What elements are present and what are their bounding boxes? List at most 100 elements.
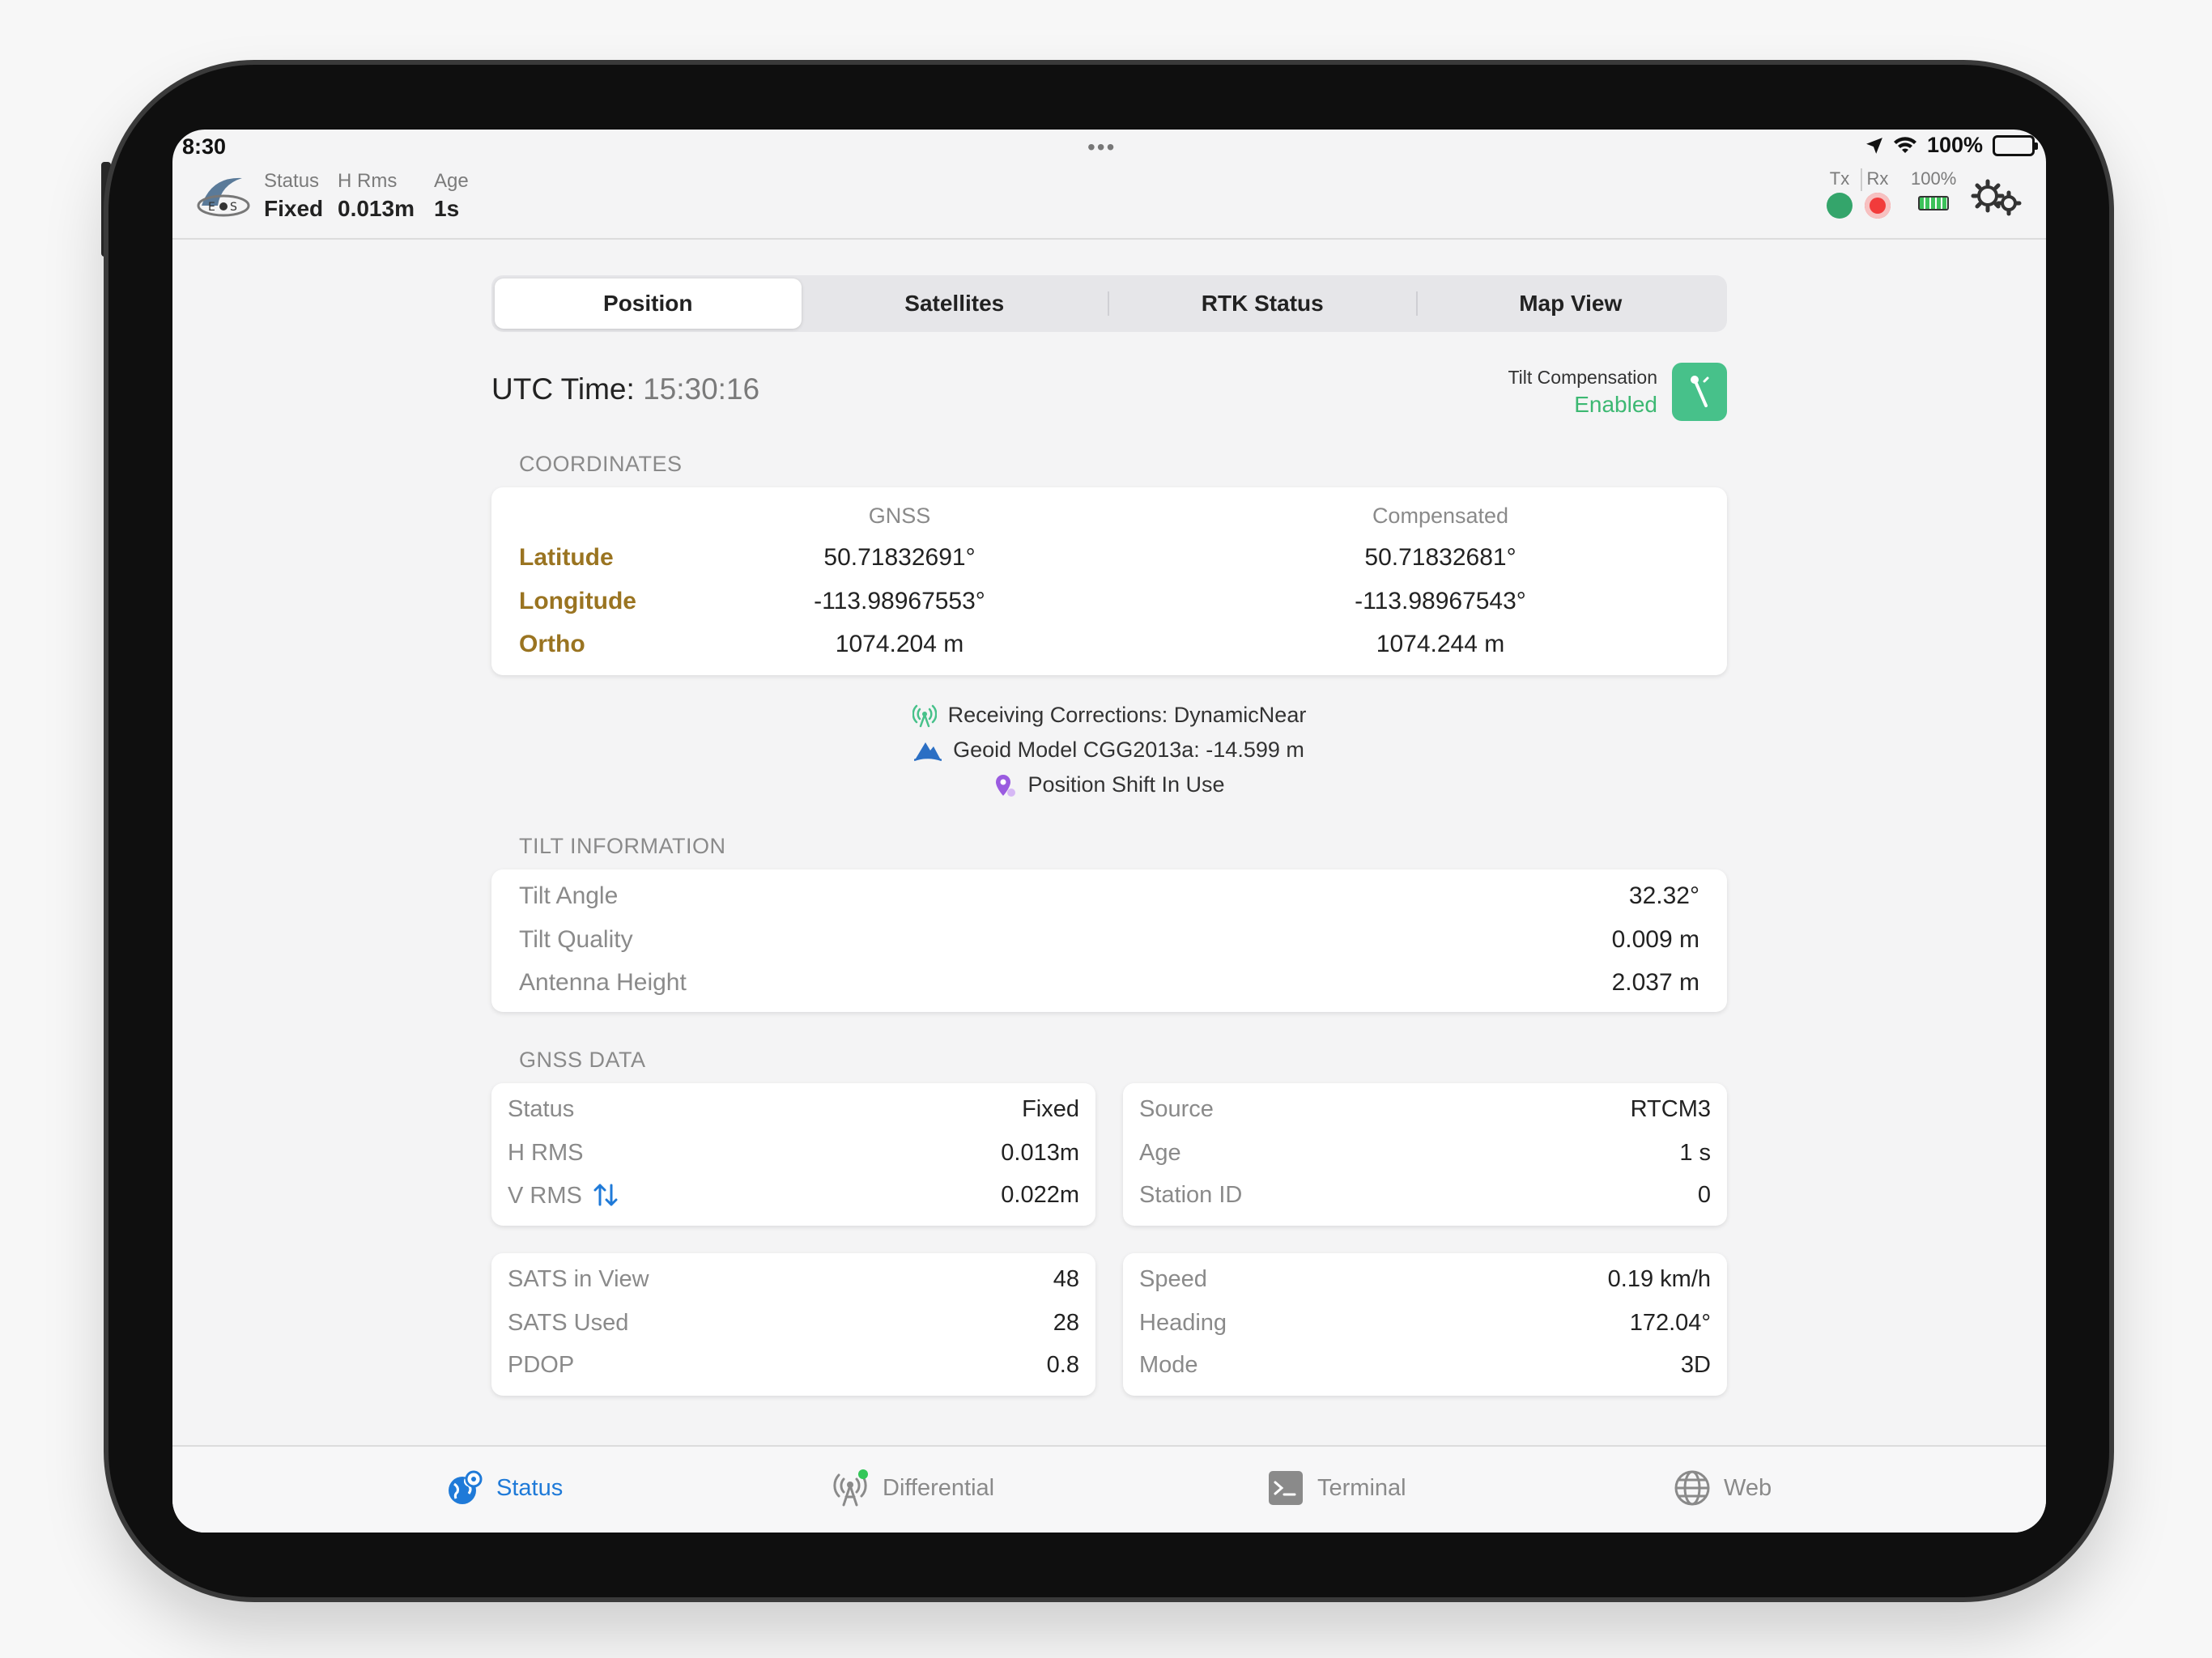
swap-arrows-icon[interactable] xyxy=(592,1182,619,1208)
segmented-control: Position Satellites RTK Status Map View xyxy=(491,275,1727,332)
coord-row-longitude: Longitude -113.98967553° -113.98967543° xyxy=(491,588,1727,631)
status-bar-right: 100% xyxy=(1865,133,2038,158)
coord-row-latitude: Latitude 50.71832691° 50.71832681° xyxy=(491,544,1727,588)
device-battery-percent: 100% xyxy=(1911,168,1957,189)
gnss-row-label: Mode xyxy=(1139,1352,1198,1378)
tab-rtk-status[interactable]: RTK Status xyxy=(1109,278,1416,329)
tilt-compensation-label: Tilt Compensation xyxy=(1508,366,1657,388)
gnss-row-label: Speed xyxy=(1139,1266,1207,1292)
gnss-row-value: 28 xyxy=(1053,1310,1079,1336)
header-age-label: Age xyxy=(434,170,469,192)
device-battery: 100% xyxy=(1911,168,1956,215)
header-status-label: Status xyxy=(264,170,320,192)
svg-text:S: S xyxy=(230,201,237,214)
position-shift-line: Position Shift In Use xyxy=(491,767,1727,802)
coord-comp-value: 50.71832681° xyxy=(1364,544,1516,571)
bottom-tab-bar: Status Differential Terminal Web xyxy=(172,1445,2046,1533)
gnss-row: PDOP 0.8 xyxy=(491,1352,1095,1395)
header-age: Age 1s xyxy=(434,170,469,222)
gnss-card-motion: Speed 0.19 km/h Heading 172.04° Mode 3D xyxy=(1123,1253,1727,1396)
location-arrow-icon xyxy=(1866,137,1882,154)
tab-map-view[interactable]: Map View xyxy=(1418,278,1725,329)
gnss-row-label: Heading xyxy=(1139,1310,1227,1336)
tabbar-terminal[interactable]: Terminal xyxy=(1267,1469,1406,1507)
gnss-row-value: 0.013m xyxy=(1001,1140,1079,1166)
tilt-compensation: Tilt Compensation Enabled xyxy=(1508,363,1727,421)
tabbar-web[interactable]: Web xyxy=(1674,1469,1772,1507)
tilt-row: Antenna Height 2.037 m xyxy=(491,969,1727,1012)
tilt-info-title: TILT INFORMATION xyxy=(519,834,726,858)
wifi-icon xyxy=(1893,136,1916,153)
info-lines: Receiving Corrections: DynamicNear Geoid… xyxy=(491,698,1727,802)
gnss-row-value: Fixed xyxy=(1022,1096,1079,1122)
coord-row-ortho: Ortho 1074.204 m 1074.244 m xyxy=(491,631,1727,674)
coord-name: Ortho xyxy=(519,631,585,657)
screen: 8:30 ••• 100% E S Status Fixed H Rms 0.0… xyxy=(172,130,2046,1533)
gnss-card-fix: Status Fixed H RMS 0.013m V RMS 0.022m xyxy=(491,1083,1095,1226)
header-status: Status Fixed xyxy=(264,170,323,222)
gnss-row-value: 48 xyxy=(1053,1266,1079,1292)
terminal-icon xyxy=(1269,1471,1303,1505)
tilt-row-value: 2.037 m xyxy=(1611,969,1699,996)
utc-label: UTC Time: xyxy=(491,372,635,406)
gnss-row-value: 0 xyxy=(1697,1182,1711,1208)
tilt-compensation-state: Enabled xyxy=(1574,391,1657,417)
rx-indicator: Rx xyxy=(1865,168,1891,223)
antenna-icon xyxy=(833,1469,868,1507)
gnss-data-title: GNSS DATA xyxy=(519,1048,646,1072)
coordinates-title: COORDINATES xyxy=(519,452,683,476)
gnss-row-label: H RMS xyxy=(508,1140,584,1166)
gnss-row: Speed 0.19 km/h xyxy=(1123,1266,1727,1309)
geoid-mountain-icon xyxy=(914,742,942,761)
tx-indicator: Tx xyxy=(1827,168,1853,223)
vrms-label: V RMS xyxy=(508,1183,582,1209)
gnss-row: V RMS 0.022m xyxy=(491,1182,1095,1225)
gnss-row-label: Station ID xyxy=(1139,1182,1243,1208)
coord-comp-value: 1074.244 m xyxy=(1376,631,1505,657)
gnss-row: Age 1 s xyxy=(1123,1140,1727,1183)
tabbar-differential[interactable]: Differential xyxy=(832,1469,994,1507)
txrx-divider xyxy=(1861,168,1862,191)
tab-satellites[interactable]: Satellites xyxy=(802,278,1108,329)
coord-name: Longitude xyxy=(519,588,636,614)
corrections-line: Receiving Corrections: DynamicNear xyxy=(491,698,1727,733)
gnss-card-sats: SATS in View 48 SATS Used 28 PDOP 0.8 xyxy=(491,1253,1095,1396)
tx-label: Tx xyxy=(1829,168,1850,189)
gnss-row-value: 0.022m xyxy=(1001,1182,1079,1208)
tabbar-terminal-label: Terminal xyxy=(1317,1474,1406,1501)
tab-position[interactable]: Position xyxy=(495,278,802,329)
tilt-row-label: Tilt Quality xyxy=(519,926,633,953)
battery-icon xyxy=(1993,134,2038,156)
device-battery-icon xyxy=(1918,196,1950,210)
tilt-pole-icon xyxy=(1691,376,1709,407)
tilt-row-value: 0.009 m xyxy=(1611,926,1699,953)
gnss-row-label: PDOP xyxy=(508,1352,575,1378)
gnss-card-source: Source RTCM3 Age 1 s Station ID 0 xyxy=(1123,1083,1727,1226)
tx-led xyxy=(1827,193,1853,219)
multitask-dots-icon[interactable]: ••• xyxy=(1087,134,1116,160)
gnss-row: Station ID 0 xyxy=(1123,1182,1727,1225)
gnss-row: Source RTCM3 xyxy=(1123,1096,1727,1139)
rx-led xyxy=(1865,193,1891,219)
coord-gnss-value: -113.98967553° xyxy=(814,588,985,614)
coord-comp-value: -113.98967543° xyxy=(1355,588,1526,614)
svg-text:E: E xyxy=(208,201,215,214)
gnss-row: SATS in View 48 xyxy=(491,1266,1095,1309)
geoid-line: Geoid Model CGG2013a: -14.599 m xyxy=(491,733,1727,767)
gnss-row-label: Status xyxy=(508,1096,575,1122)
header-status-value: Fixed xyxy=(264,196,324,221)
settings-gears-icon[interactable] xyxy=(1970,176,2022,219)
location-pin-icon xyxy=(996,774,1016,797)
tabbar-status[interactable]: Status xyxy=(446,1469,563,1507)
header-age-value: 1s xyxy=(434,196,460,221)
eos-logo-icon: E S xyxy=(197,177,250,217)
app-header: E S Status Fixed H Rms 0.013m Age 1s Tx … xyxy=(172,162,2046,240)
gnss-row-value: 3D xyxy=(1680,1352,1711,1378)
tilt-row: Tilt Quality 0.009 m xyxy=(491,926,1727,969)
tilt-compensation-button[interactable] xyxy=(1672,363,1727,421)
gnss-row-label: Age xyxy=(1139,1140,1181,1166)
coord-name: Latitude xyxy=(519,544,614,571)
tilt-row-label: Tilt Angle xyxy=(519,882,619,909)
gnss-row: Mode 3D xyxy=(1123,1352,1727,1395)
gnss-row: H RMS 0.013m xyxy=(491,1140,1095,1183)
